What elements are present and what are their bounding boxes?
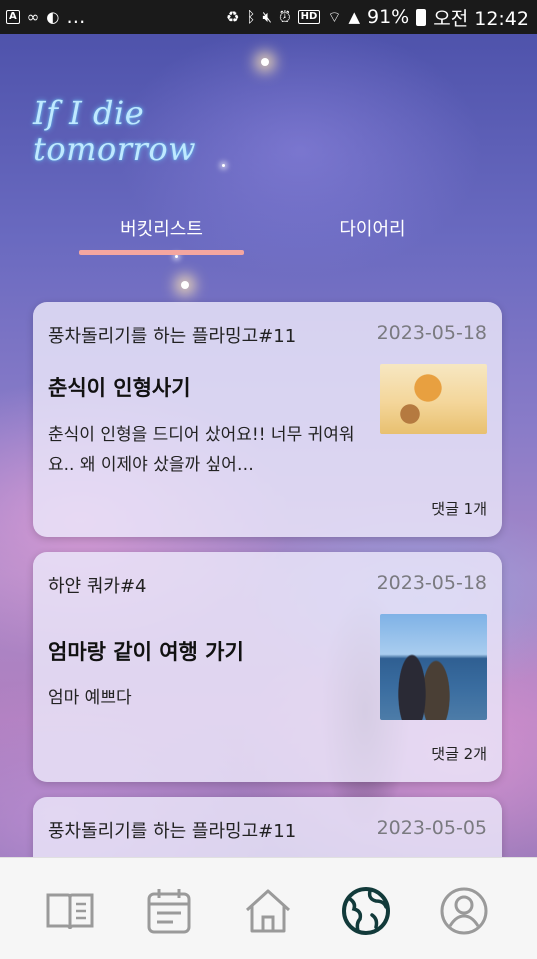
- star: [222, 164, 225, 167]
- post-author: 풍차돌리기를 하는 플라밍고#11: [48, 326, 297, 347]
- status-bar-left: A ∞ ◐ …: [6, 6, 85, 28]
- post-author: 풍차돌리기를 하는 플라밍고#11: [48, 821, 297, 842]
- nav-home[interactable]: [242, 885, 294, 937]
- nav-calendar[interactable]: [143, 885, 195, 937]
- post-title: 엄마랑 같이 여행 가기: [48, 640, 244, 664]
- book-icon: [46, 893, 94, 930]
- clock: 오전 12:42: [433, 7, 529, 30]
- app-title-line1: If I die: [33, 94, 145, 132]
- post-body: 엄마 예쁘다: [48, 688, 132, 708]
- star: [181, 281, 189, 289]
- nav-globe[interactable]: [340, 885, 392, 937]
- battery-percent: 91%: [367, 6, 410, 28]
- active-tab-indicator: [79, 250, 244, 255]
- globe-icon: [342, 887, 390, 935]
- bluetooth-icon: ᛒ: [246, 8, 256, 26]
- post-date: 2023-05-05: [376, 817, 487, 839]
- hd-voice-icon: HD: [297, 10, 321, 24]
- post-author: 하얀 쿼카#4: [48, 576, 147, 597]
- link-icon: ∞: [26, 8, 40, 26]
- post-date: 2023-05-18: [376, 572, 487, 594]
- calendar-icon: [147, 889, 191, 934]
- tab-bucketlist[interactable]: 버킷리스트: [79, 215, 244, 241]
- comment-count[interactable]: 댓글 1개: [431, 498, 487, 519]
- tab-bar: 버킷리스트 다이어리: [0, 215, 537, 260]
- bottom-navigation: [0, 857, 537, 959]
- nav-profile[interactable]: [438, 885, 490, 937]
- battery-icon: [416, 8, 427, 26]
- moon-icon: ◐: [46, 8, 60, 26]
- alarm-icon: ⏰︎: [278, 8, 291, 26]
- post-card[interactable]: 하얀 쿼카#4 2023-05-18 엄마랑 같이 여행 가기 엄마 예쁘다 댓…: [33, 552, 502, 782]
- post-title: 춘식이 인형사기: [48, 376, 191, 400]
- profile-icon: [440, 887, 488, 935]
- star: [261, 58, 269, 66]
- nav-book[interactable]: [44, 885, 96, 937]
- post-body: 춘식이 인형을 드디어 샀어요!! 너무 귀여워요.. 왜 이제야 샀을까 싶어…: [48, 425, 355, 475]
- tab-diary[interactable]: 다이어리: [290, 215, 455, 241]
- post-thumbnail[interactable]: [380, 614, 487, 720]
- app-notification-icon: A: [6, 10, 20, 24]
- battery-saver-icon: ♻: [226, 8, 240, 26]
- post-card[interactable]: 풍차돌리기를 하는 플라밍고#11 2023-05-18 춘식이 인형사기 춘식…: [33, 302, 502, 537]
- post-date: 2023-05-18: [376, 322, 487, 344]
- app-title-line2: tomorrow: [33, 130, 196, 168]
- wifi-icon: ⌔: [327, 7, 342, 26]
- status-bar: A ∞ ◐ … ♻ ᛒ 🔇︎ ⏰︎ HD ⌔ ▲ 91% 오전 12:42: [0, 0, 537, 34]
- home-icon: [245, 889, 291, 933]
- more-notifications: …: [66, 6, 86, 28]
- status-bar-right: ♻ ᛒ 🔇︎ ⏰︎ HD ⌔ ▲ 91% 오전 12:42: [226, 4, 529, 31]
- post-thumbnail[interactable]: [380, 364, 487, 434]
- signal-icon: ▲: [348, 8, 360, 26]
- comment-count[interactable]: 댓글 2개: [431, 743, 487, 764]
- mute-icon: 🔇︎: [262, 8, 272, 26]
- app-title: If I die tomorrow: [33, 95, 196, 167]
